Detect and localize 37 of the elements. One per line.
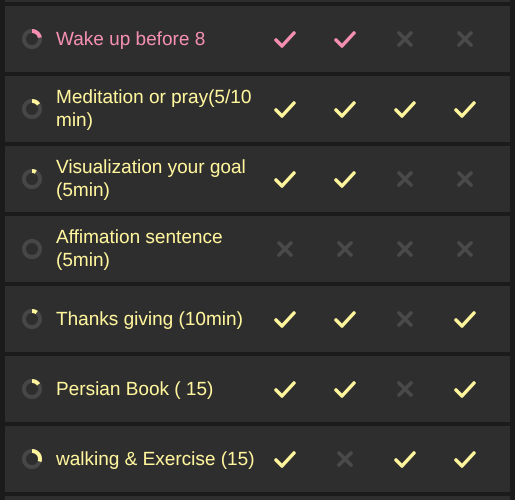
progress-ring (21, 308, 43, 330)
habit-row[interactable]: Meditation or pray(5/10 min) (5, 76, 510, 142)
check-icon[interactable] (334, 308, 356, 330)
progress-ring (21, 98, 43, 120)
check-icon[interactable] (334, 28, 356, 50)
check-icon[interactable] (334, 168, 356, 190)
progress-ring (21, 448, 43, 470)
check-icon[interactable] (394, 448, 416, 470)
habit-row[interactable]: Thanks giving (10min) (5, 286, 510, 352)
check-icon[interactable] (274, 168, 296, 190)
habit-row[interactable]: Persian Book ( 15) (5, 356, 510, 422)
habit-title: Wake up before 8 (56, 28, 206, 50)
habit-title: Visualization your goal (5min) (56, 156, 247, 202)
check-icon[interactable] (454, 378, 476, 400)
habit-title: Persian Book ( 15) (56, 378, 214, 400)
habit-title: Meditation or pray(5/10 min) (56, 86, 252, 132)
habit-title: Thanks giving (10min) (56, 308, 244, 330)
check-icon[interactable] (334, 378, 356, 400)
habit-row[interactable]: walking & Exercise (15) (5, 426, 510, 492)
check-icon[interactable] (454, 448, 476, 470)
progress-ring (21, 28, 43, 50)
habit-row[interactable]: Visualization your goal (5min) (5, 146, 510, 212)
check-icon[interactable] (274, 28, 296, 50)
check-icon[interactable] (394, 98, 416, 120)
check-icon[interactable] (274, 448, 296, 470)
progress-ring (21, 168, 43, 190)
check-icon[interactable] (274, 378, 296, 400)
check-icon[interactable] (454, 308, 476, 330)
check-icon[interactable] (274, 98, 296, 120)
habit-row[interactable]: Wake up before 8 (5, 6, 510, 72)
check-icon[interactable] (274, 308, 296, 330)
habit-title: Affimation sentence (5min) (56, 226, 224, 272)
check-icon[interactable] (454, 98, 476, 120)
progress-ring (21, 238, 43, 260)
progress-ring (21, 378, 43, 400)
habit-title: walking & Exercise (15) (56, 448, 255, 470)
check-icon[interactable] (334, 98, 356, 120)
